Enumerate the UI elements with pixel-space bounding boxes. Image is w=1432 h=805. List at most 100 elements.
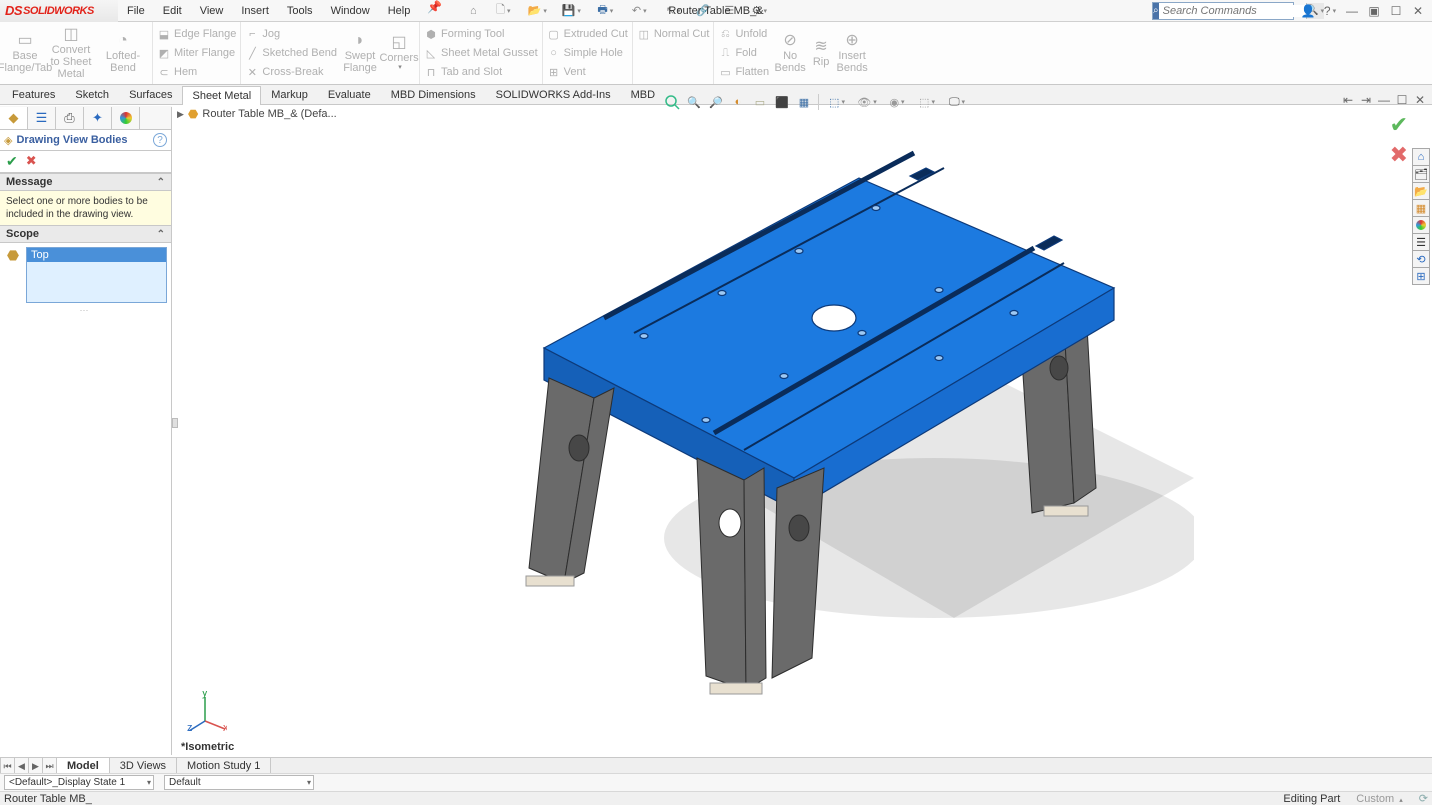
rtab-markup[interactable]: Markup bbox=[261, 85, 318, 104]
cmd-unfold[interactable]: ⎌Unfold bbox=[718, 25, 769, 44]
cmd-normal-cut[interactable]: ◫Normal Cut bbox=[637, 25, 710, 44]
tab-first-icon[interactable]: ⏮ bbox=[0, 758, 14, 774]
pm-message-header[interactable]: Message ⌃ bbox=[0, 173, 171, 191]
cmd-convert-sheet[interactable]: ◫Convertto SheetMetal bbox=[48, 22, 94, 84]
restore-icon[interactable]: ▣ bbox=[1366, 3, 1382, 19]
cmd-jog[interactable]: ⌐Jog bbox=[245, 25, 337, 44]
tab-feature-manager[interactable]: ◆ bbox=[0, 107, 28, 129]
pin-icon[interactable]: 📌 bbox=[427, 0, 442, 22]
command-search[interactable]: ⌕ 🔍▾ bbox=[1152, 2, 1294, 20]
cmd-no-bends[interactable]: ⊘NoBends bbox=[773, 22, 807, 84]
cmd-cross-break[interactable]: ✕Cross-Break bbox=[245, 63, 337, 82]
corner-ok-icon[interactable]: ✔ bbox=[1390, 112, 1408, 138]
menu-insert[interactable]: Insert bbox=[232, 0, 278, 22]
cmd-flatten[interactable]: ▭Flatten bbox=[718, 63, 769, 82]
menu-edit[interactable]: Edit bbox=[154, 0, 191, 22]
panel-grip[interactable]: ⋯ bbox=[0, 307, 171, 313]
cmd-swept-flange[interactable]: ◗SweptFlange bbox=[341, 22, 379, 84]
cmd-lofted-bend[interactable]: ◔Lofted-Bend bbox=[94, 22, 152, 84]
breadcrumb[interactable]: ▶ ⬣ Router Table MB_& (Defa... bbox=[177, 107, 337, 121]
rtab-sketch[interactable]: Sketch bbox=[65, 85, 119, 104]
menu-file[interactable]: File bbox=[118, 0, 154, 22]
tp-design-library-icon[interactable]: 🗂 bbox=[1412, 165, 1430, 183]
status-cloud-icon[interactable]: ⟳ bbox=[1419, 792, 1428, 805]
cmd-simple-hole[interactable]: ○Simple Hole bbox=[547, 44, 628, 63]
tab-property-manager[interactable]: ☰ bbox=[28, 107, 56, 129]
vertical-splitter[interactable] bbox=[172, 418, 178, 428]
view-orientation-icon[interactable]: ⬛ bbox=[772, 92, 792, 112]
graphics-area[interactable]: ▶ ⬣ Router Table MB_& (Defa... bbox=[175, 107, 1432, 755]
pm-ok-icon[interactable]: ✔ bbox=[6, 153, 18, 170]
cmd-sketched-bend[interactable]: ╱Sketched Bend bbox=[245, 44, 337, 63]
tp-forum-icon[interactable]: ⟲ bbox=[1412, 250, 1430, 268]
tp-file-explorer-icon[interactable]: 📂 bbox=[1412, 182, 1430, 200]
cmd-rip[interactable]: ≋Rip bbox=[807, 22, 835, 84]
hide-show-icon[interactable]: ⬚▾ bbox=[823, 92, 851, 112]
tp-cam-icon[interactable]: ⊞ bbox=[1412, 267, 1430, 285]
dynamic-annotation-icon[interactable]: ▭ bbox=[750, 92, 770, 112]
new-doc-icon[interactable]: 🗋▾ bbox=[488, 1, 518, 21]
section-view-icon[interactable]: ◐ bbox=[728, 92, 748, 112]
tp-appearances-icon[interactable] bbox=[1412, 216, 1430, 234]
display-style-icon[interactable]: ▦ bbox=[794, 92, 814, 112]
tab-display-manager[interactable] bbox=[112, 107, 140, 129]
menu-tools[interactable]: Tools bbox=[278, 0, 322, 22]
cmd-base-flange[interactable]: ▭BaseFlange/Tab bbox=[2, 22, 48, 84]
view-triad[interactable]: y x z bbox=[187, 691, 227, 731]
cmd-insert-bends[interactable]: ⊕InsertBends bbox=[835, 22, 869, 84]
pm-cancel-icon[interactable]: ✖ bbox=[26, 153, 37, 170]
help-icon[interactable]: ?▾ bbox=[1322, 3, 1338, 19]
cmd-vent[interactable]: ⊞Vent bbox=[547, 63, 628, 82]
router-table-model[interactable] bbox=[414, 118, 1194, 718]
rtab-surfaces[interactable]: Surfaces bbox=[119, 85, 182, 104]
cmd-extruded-cut[interactable]: ▢Extruded Cut bbox=[547, 25, 628, 44]
open-doc-icon[interactable]: 📂▾ bbox=[522, 1, 552, 21]
menu-window[interactable]: Window bbox=[322, 0, 379, 22]
close-icon[interactable]: ✕ bbox=[1410, 3, 1426, 19]
minimize-icon[interactable]: — bbox=[1344, 3, 1360, 19]
save-icon[interactable]: 💾▾ bbox=[556, 1, 586, 21]
rtab-mbd-dims[interactable]: MBD Dimensions bbox=[381, 85, 486, 104]
maximize-icon[interactable]: ☐ bbox=[1388, 3, 1404, 19]
btab-motion-study[interactable]: Motion Study 1 bbox=[177, 758, 271, 774]
corner-cancel-icon[interactable]: ✖ bbox=[1390, 142, 1408, 168]
btab-3d-views[interactable]: 3D Views bbox=[110, 758, 177, 774]
user-icon[interactable]: 👤 bbox=[1300, 3, 1316, 19]
rtab-evaluate[interactable]: Evaluate bbox=[318, 85, 381, 104]
print-icon[interactable]: 🖶▾ bbox=[590, 1, 620, 21]
config-second-combo[interactable]: Default bbox=[164, 775, 314, 790]
undo-icon[interactable]: ↶▾ bbox=[624, 1, 654, 21]
chevron-right-icon[interactable]: ▶ bbox=[177, 109, 184, 120]
view-settings-icon[interactable]: ⬚▾ bbox=[913, 92, 941, 112]
pm-scope-header[interactable]: Scope ⌃ bbox=[0, 225, 171, 243]
rtab-addins[interactable]: SOLIDWORKS Add-Ins bbox=[486, 85, 621, 104]
home-icon[interactable]: ⌂ bbox=[462, 1, 484, 21]
cmd-miter-flange[interactable]: ◩Miter Flange bbox=[157, 44, 236, 63]
zoom-fit-icon[interactable] bbox=[662, 92, 682, 112]
doc-expand-icon[interactable]: ⇥ bbox=[1358, 92, 1374, 108]
cmd-gusset[interactable]: ◺Sheet Metal Gusset bbox=[424, 44, 538, 63]
zoom-area-icon[interactable]: 🔍 bbox=[684, 92, 704, 112]
tab-dimxpert[interactable]: ✦ bbox=[84, 107, 112, 129]
tab-prev-icon[interactable]: ◀ bbox=[14, 758, 28, 774]
tp-custom-props-icon[interactable]: ☰ bbox=[1412, 233, 1430, 251]
rtab-mbd[interactable]: MBD bbox=[621, 85, 665, 104]
edit-appearance-icon[interactable]: 👁▾ bbox=[853, 92, 881, 112]
pm-help-icon[interactable]: ? bbox=[153, 133, 167, 147]
search-input[interactable] bbox=[1159, 5, 1306, 17]
menu-view[interactable]: View bbox=[191, 0, 233, 22]
rtab-features[interactable]: Features bbox=[2, 85, 65, 104]
doc-collapse-icon[interactable]: ⇤ bbox=[1340, 92, 1356, 108]
cmd-hem[interactable]: ⊂Hem bbox=[157, 63, 236, 82]
rtab-sheet-metal[interactable]: Sheet Metal bbox=[182, 86, 261, 105]
cmd-edge-flange[interactable]: ⬓Edge Flange bbox=[157, 25, 236, 44]
scope-item-top[interactable]: Top bbox=[27, 248, 166, 262]
status-units[interactable]: Custom ▴ bbox=[1356, 793, 1402, 805]
menu-help[interactable]: Help bbox=[379, 0, 420, 22]
btab-model[interactable]: Model bbox=[57, 758, 110, 774]
cmd-tab-slot[interactable]: ⊓Tab and Slot bbox=[424, 63, 538, 82]
doc-minimize-icon[interactable]: — bbox=[1376, 92, 1392, 108]
cmd-corners[interactable]: ◱Corners▾ bbox=[379, 22, 419, 84]
apply-scene-icon[interactable]: ◉▾ bbox=[883, 92, 911, 112]
previous-view-icon[interactable]: 🔎 bbox=[706, 92, 726, 112]
